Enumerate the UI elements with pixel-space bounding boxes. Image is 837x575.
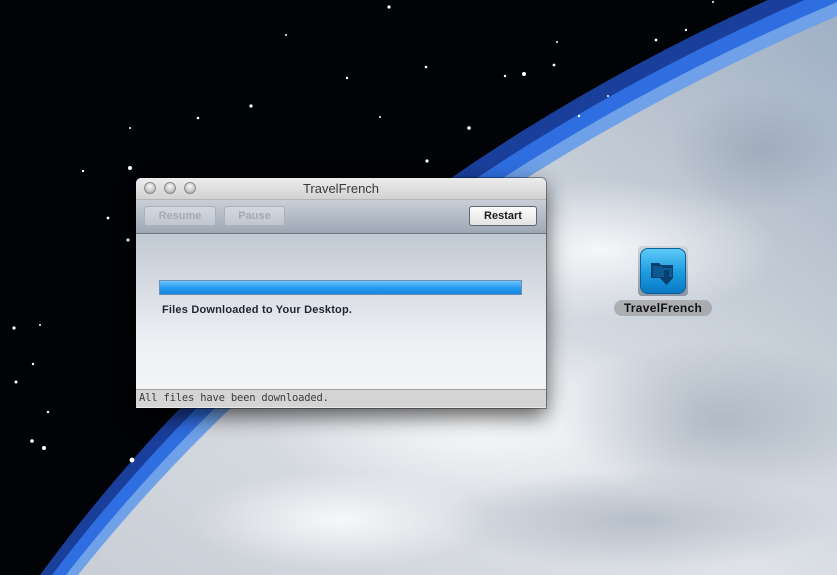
download-progress-fill [160,281,521,294]
window-toolbar: Resume Pause Restart [136,200,546,234]
pause-button[interactable]: Pause [224,206,285,226]
download-window: TravelFrench Resume Pause Restart Files … [136,178,546,408]
window-content: Files Downloaded to Your Desktop. [136,234,546,389]
folder-download-icon[interactable] [640,248,686,294]
window-titlebar[interactable]: TravelFrench [136,178,546,200]
restart-button[interactable]: Restart [469,206,537,226]
resume-button[interactable]: Resume [144,206,216,226]
desktop-icon-label[interactable]: TravelFrench [614,300,712,316]
desktop: TravelFrench Resume Pause Restart Files … [0,0,837,575]
download-progress-bar [159,280,522,295]
status-bar: All files have been downloaded. [136,389,546,407]
desktop-icon-travelfrench[interactable]: TravelFrench [612,246,716,316]
window-title: TravelFrench [302,181,380,196]
app-icon-frame[interactable] [638,246,688,296]
download-message: Files Downloaded to Your Desktop. [162,304,353,316]
